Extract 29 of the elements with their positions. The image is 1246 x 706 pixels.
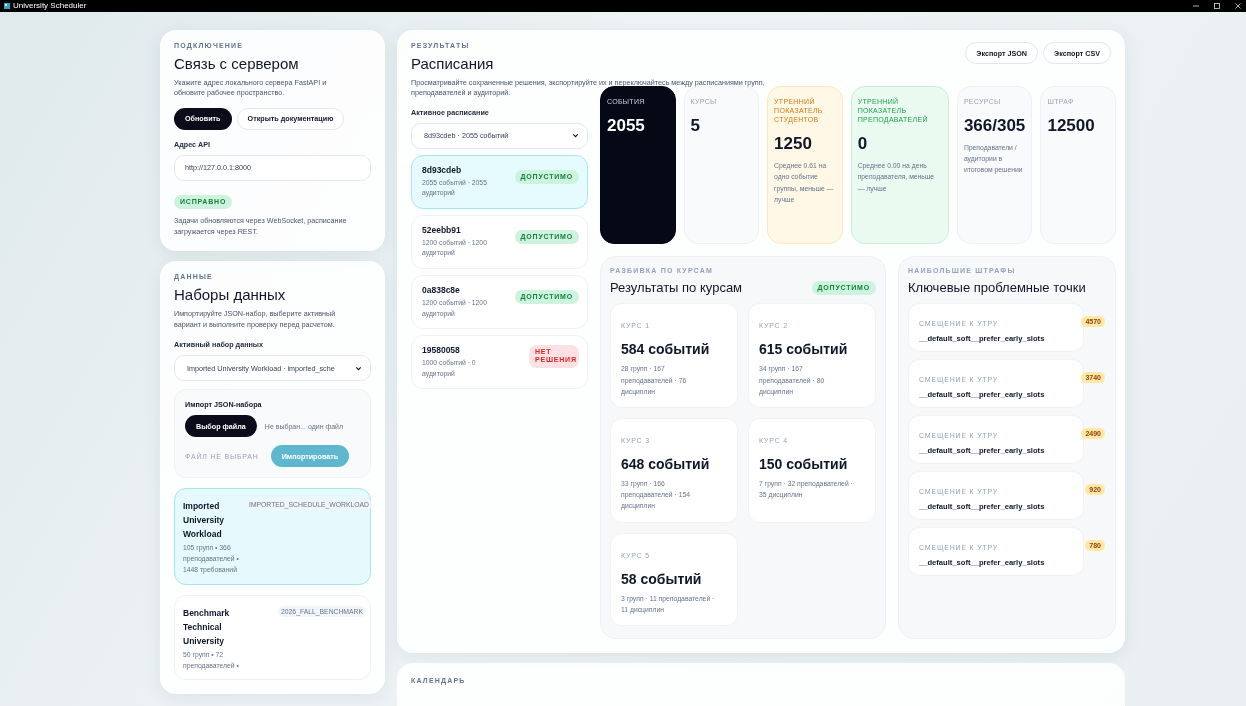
course-events: 648 событий <box>621 456 711 473</box>
maximize-icon[interactable] <box>1213 2 1221 10</box>
course-events: 150 событий <box>759 456 849 473</box>
card-title: Связь с сервером <box>174 55 300 73</box>
schedule-id: 52eebb91 <box>422 224 462 235</box>
stat-value: 1250 <box>774 134 813 155</box>
schedule-id: 19580058 <box>422 345 461 356</box>
course-events: 584 событий <box>621 341 711 358</box>
card-title: Расписания <box>411 55 495 73</box>
dataset-name: Benchmark Technical University <box>183 606 231 648</box>
schedule-id: 0a838c8e <box>422 285 461 295</box>
course-events: 615 событий <box>759 341 849 358</box>
panel-title: Ключевые проблемные точки <box>908 279 1087 296</box>
window-title: University Scheduler <box>13 2 87 10</box>
card-title: Наборы данных <box>174 286 287 305</box>
app-icon <box>4 3 10 9</box>
stat-value: 0 <box>857 134 869 155</box>
dataset-name: Imported University Workload <box>183 500 226 542</box>
schedule-id: 8d93cdeb <box>422 164 463 175</box>
stat-value: 12500 <box>1047 115 1096 136</box>
chevron-icon <box>572 132 579 140</box>
course-events: 58 событий <box>621 570 703 587</box>
panel-title: Результаты по курсам <box>610 279 743 296</box>
close-icon[interactable] <box>1234 2 1242 10</box>
chevron-icon <box>355 364 362 372</box>
stat-value: 2055 <box>607 115 646 136</box>
stat-value: 366/305 <box>963 115 1026 136</box>
stat-value: 5 <box>690 115 701 136</box>
minimize-icon[interactable] <box>1192 2 1200 10</box>
